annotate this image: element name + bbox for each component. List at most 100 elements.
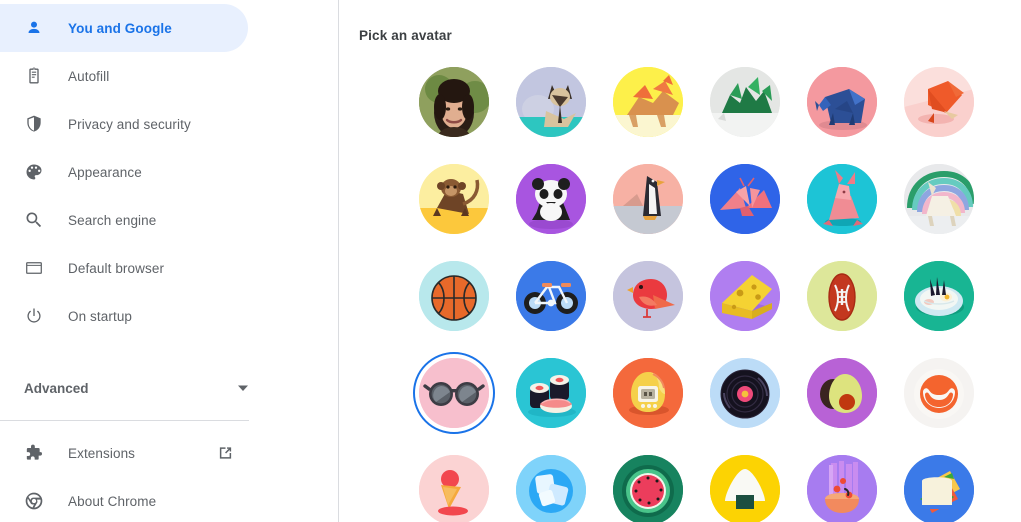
sidebar-item-label: On startup [68,308,133,324]
clipboard-icon [24,66,44,86]
onigiri-icon [709,454,780,522]
cheese-icon [709,260,780,331]
avatar-option-cheese[interactable] [696,247,793,344]
palette-icon [24,162,44,182]
avatar-option-red-bird[interactable] [599,247,696,344]
sidebar-item-appearance[interactable]: Appearance [0,148,338,196]
origami-rabbit-icon [806,163,877,234]
avatar-wrap [709,454,780,522]
avatar-grid [405,53,1021,522]
avocado-icon [806,357,877,428]
sidebar: You and Google Autofill Privacy and secu… [0,0,339,522]
avatar-wrap [612,163,683,234]
chevron-down-icon [238,383,248,393]
avatar-option-siamese-cat[interactable] [502,53,599,150]
avatar-wrap [903,260,974,331]
sidebar-item-search-engine[interactable]: Search engine [0,196,338,244]
sidebar-item-label: You and Google [68,20,172,36]
avatar-option-origami-dragon[interactable] [696,53,793,150]
sidebar-item-autofill[interactable]: Autofill [0,52,338,100]
avatar-wrap [903,163,974,234]
siamese-cat-icon [515,66,586,137]
origami-panda-icon [515,163,586,234]
sidebar-divider [0,420,249,421]
sidebar-item-label: Autofill [68,68,110,84]
basketball-icon [418,260,489,331]
sidebar-item-on-startup[interactable]: On startup [0,292,338,340]
chrome-icon [24,491,44,511]
avatar-wrap [515,66,586,137]
avatar-wrap [709,66,780,137]
origami-crab-icon [903,66,974,137]
sidebar-item-label: Appearance [68,164,142,180]
advanced-label: Advanced [24,380,89,396]
sidebar-item-you-and-google[interactable]: You and Google [0,4,248,52]
avatar-wrap [903,454,974,522]
avatar-option-vinyl-record[interactable] [696,344,793,441]
avatar-wrap [709,260,780,331]
avatar-wrap [418,454,489,522]
avatar-option-sandwich[interactable] [890,441,987,522]
avatar-option-origami-unicorn[interactable] [890,150,987,247]
sidebar-item-default-browser[interactable]: Default browser [0,244,338,292]
avatar-wrap [612,66,683,137]
avatar-option-avocado[interactable] [793,344,890,441]
football-icon [806,260,877,331]
avatar-option-orange-smiley[interactable] [890,344,987,441]
avatar-wrap [418,163,489,234]
avatar-option-origami-rabbit[interactable] [793,150,890,247]
sidebar-item-about-chrome[interactable]: About Chrome [0,477,338,522]
origami-butterfly-icon [709,163,780,234]
red-bird-icon [612,260,683,331]
avatar-wrap [418,66,489,137]
avatar-option-ramen-bowl[interactable] [890,247,987,344]
avatar-wrap [612,454,683,522]
avatar-option-origami-butterfly[interactable] [696,150,793,247]
avatar-wrap [515,260,586,331]
ice-cubes-icon [515,454,586,522]
page-title: Pick an avatar [359,28,452,43]
virtual-pet-icon [612,357,683,428]
ramen-bowl-icon [903,260,974,331]
avatar-option-origami-crab[interactable] [890,53,987,150]
avatar-wrap [806,260,877,331]
avatar-wrap [515,357,586,428]
avatar-wrap [515,454,586,522]
origami-dragon-icon [709,66,780,137]
advanced-section-toggle[interactable]: Advanced [0,364,272,412]
avatar-option-onigiri[interactable] [696,441,793,522]
avatar-option-watermelon[interactable] [599,441,696,522]
avatar-option-football[interactable] [793,247,890,344]
ice-cream-cone-icon [418,454,489,522]
sidebar-item-label: Default browser [68,260,165,276]
origami-elephant-icon [806,66,877,137]
avatar-option-origami-elephant[interactable] [793,53,890,150]
sidebar-item-label: Extensions [68,445,136,461]
avatar-wrap [612,357,683,428]
avatar-option-basketball[interactable] [405,247,502,344]
puzzle-icon [24,443,44,463]
external-link-icon[interactable] [218,446,233,461]
selection-ring [412,351,495,434]
avatar-option-pizza-slice[interactable] [793,441,890,522]
avatar-option-virtual-pet[interactable] [599,344,696,441]
avatar-option-origami-fox-dog[interactable] [599,53,696,150]
avatar-wrap [709,163,780,234]
avatar-wrap [709,357,780,428]
avatar-option-ice-cream-cone[interactable] [405,441,502,522]
avatar-option-profile-photo[interactable] [405,53,502,150]
sidebar-item-label: Privacy and security [68,116,191,132]
avatar-option-origami-monkey[interactable] [405,150,502,247]
pizza-slice-icon [806,454,877,522]
sidebar-item-extensions[interactable]: Extensions [0,429,338,477]
sidebar-item-privacy-and-security[interactable]: Privacy and security [0,100,338,148]
avatar-option-sunglasses[interactable] [405,344,502,441]
avatar-option-ice-cubes[interactable] [502,441,599,522]
avatar-option-sushi[interactable] [502,344,599,441]
avatar-option-bicycle[interactable] [502,247,599,344]
avatar-wrap [903,357,974,428]
avatar-option-origami-penguin[interactable] [599,150,696,247]
browser-window-icon [24,258,44,278]
avatar-wrap [806,454,877,522]
avatar-option-origami-panda[interactable] [502,150,599,247]
